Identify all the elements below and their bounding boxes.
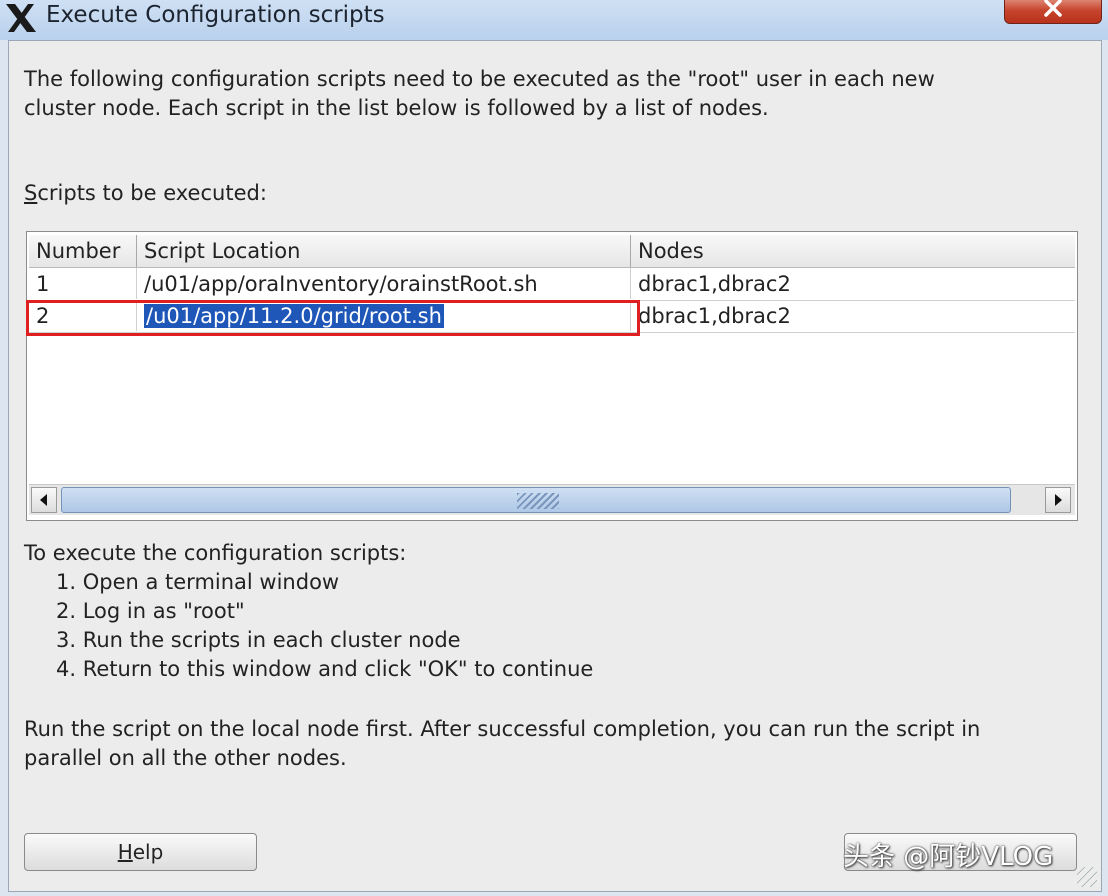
row-nodes: dbrac1,dbrac2 [638, 304, 791, 328]
instruction-step: 3. Run the scripts in each cluster node [56, 628, 461, 652]
close-button[interactable] [1004, 0, 1102, 24]
close-icon [1044, 0, 1062, 17]
scripts-label-mnemonic: S [24, 181, 38, 205]
footer-note-line-1: Run the script on the local node first. … [24, 717, 981, 741]
arrow-left-icon [40, 494, 47, 506]
help-button-label: elp [132, 840, 164, 864]
red-highlight-annotation [26, 300, 640, 336]
column-header-number[interactable]: Number [29, 235, 137, 267]
scripts-label: Scripts to be executed: [24, 181, 267, 205]
instruction-step: 4. Return to this window and click "OK" … [56, 657, 594, 681]
row-number: 1 [29, 268, 137, 299]
instructions-steps: 1. Open a terminal window 2. Log in as "… [24, 568, 593, 684]
title-bar[interactable]: Execute Configuration scripts [0, 0, 1108, 40]
column-header-nodes[interactable]: Nodes [631, 235, 1075, 267]
watermark: 头条 @阿钞VLOG [843, 842, 1054, 872]
row-script-location: /u01/app/oraInventory/orainstRoot.sh [137, 268, 631, 299]
footer-note-line-2: parallel on all the other nodes. [24, 746, 347, 770]
instruction-step: 1. Open a terminal window [56, 570, 340, 594]
help-button[interactable]: Help [24, 833, 257, 871]
footer-note: Run the script on the local node first. … [24, 715, 1084, 773]
x-window-logo-icon [6, 4, 36, 32]
scripts-label-text: cripts to be executed: [37, 181, 267, 205]
column-header-script-location[interactable]: Script Location [137, 235, 631, 267]
resize-grip-icon[interactable] [1077, 867, 1097, 887]
scrollbar-thumb[interactable] [61, 487, 1011, 513]
instructions-heading: To execute the configuration scripts: [24, 541, 407, 565]
dialog-body: The following configuration scripts need… [8, 40, 1102, 892]
table-header: Number Script Location Nodes [29, 235, 1075, 268]
row-nodes: dbrac1,dbrac2 [638, 272, 791, 296]
table-row[interactable]: 1 /u01/app/oraInventory/orainstRoot.sh d… [29, 268, 1075, 301]
scripts-table[interactable]: Number Script Location Nodes 1 /u01/app/… [26, 231, 1078, 521]
intro-text: The following configuration scripts need… [24, 65, 1084, 123]
instructions: To execute the configuration scripts: 1.… [24, 539, 593, 684]
intro-line-2: cluster node. Each script in the list be… [24, 96, 769, 120]
grip-icon [517, 493, 559, 509]
instruction-step: 2. Log in as "root" [56, 599, 245, 623]
intro-line-1: The following configuration scripts need… [24, 67, 935, 91]
horizontal-scrollbar[interactable] [29, 484, 1075, 515]
arrow-right-icon [1055, 494, 1062, 506]
scroll-right-button[interactable] [1045, 487, 1071, 513]
window-title: Execute Configuration scripts [46, 2, 385, 28]
help-button-mnemonic: H [117, 840, 133, 864]
scroll-left-button[interactable] [31, 487, 57, 513]
